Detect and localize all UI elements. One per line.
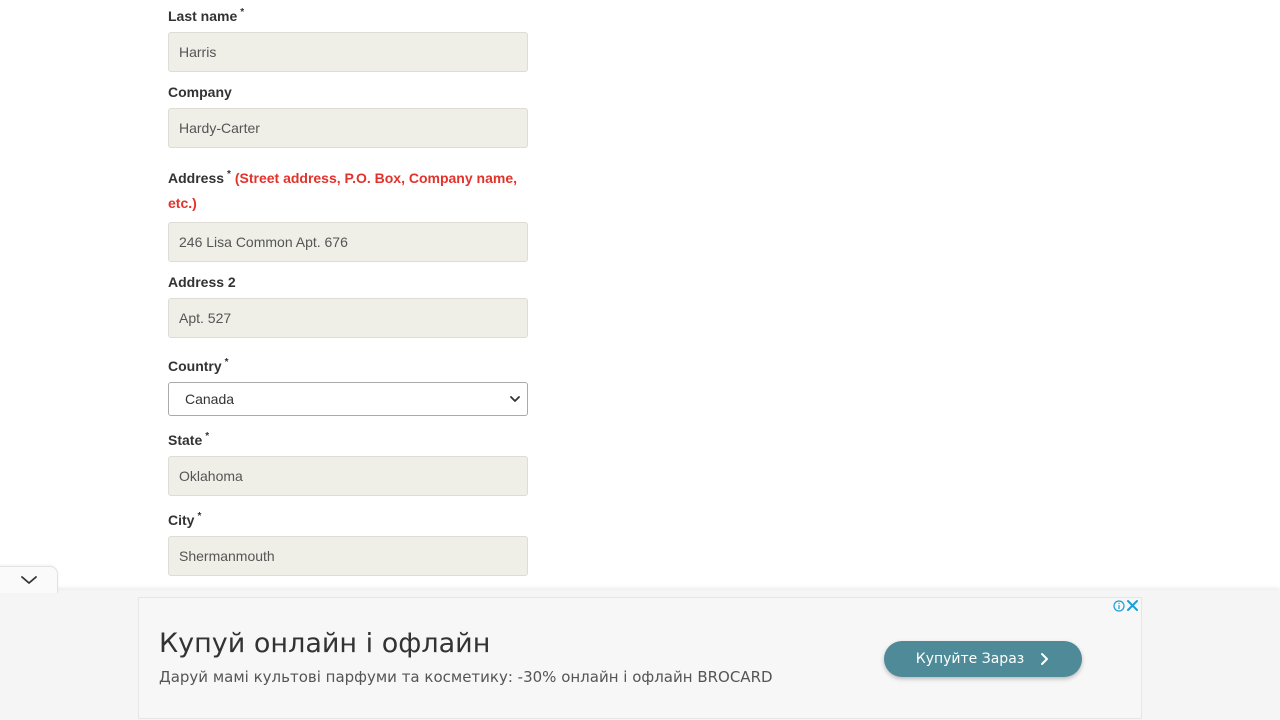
company-group: Company: [168, 80, 528, 148]
country-group: Country * Canada: [168, 350, 528, 416]
required-mark: *: [205, 431, 210, 442]
ad-banner[interactable]: Купуй онлайн і офлайн Даруй мамі культов…: [138, 597, 1142, 719]
address-group: Address * (Street address, P.O. Box, Comp…: [168, 162, 528, 262]
chevron-right-icon: [1041, 653, 1049, 665]
address2-input[interactable]: [168, 298, 528, 338]
state-input[interactable]: [168, 456, 528, 496]
ad-collapse-toggle[interactable]: [0, 566, 58, 593]
address2-label: Address 2: [168, 274, 236, 290]
required-mark: *: [224, 357, 229, 368]
address-input[interactable]: [168, 222, 528, 262]
state-label: State *: [168, 431, 210, 448]
ad-cta-button[interactable]: Купуйте Зараз: [884, 641, 1082, 677]
last-name-input[interactable]: [168, 32, 528, 72]
city-label: City *: [168, 511, 202, 528]
info-icon[interactable]: [1113, 600, 1125, 612]
required-mark: *: [240, 7, 245, 18]
required-mark: *: [227, 169, 231, 180]
ad-body-text[interactable]: Даруй мамі культові парфуми та косметику…: [159, 668, 773, 686]
ad-cta-label: Купуйте Зараз: [915, 651, 1025, 667]
state-group: State *: [168, 424, 528, 496]
ad-headline[interactable]: Купуй онлайн і офлайн: [159, 628, 490, 659]
address2-group: Address 2: [168, 270, 528, 338]
last-name-group: Last name *: [168, 0, 528, 72]
close-icon[interactable]: [1126, 599, 1139, 612]
address-label: Address * (Street address, P.O. Box, Comp…: [168, 169, 517, 211]
city-input[interactable]: [168, 536, 528, 576]
chevron-down-icon: [510, 396, 520, 402]
country-label: Country *: [168, 357, 229, 374]
last-name-label: Last name *: [168, 7, 245, 24]
country-selected-value: Canada: [185, 391, 235, 407]
company-label: Company: [168, 84, 232, 100]
country-select[interactable]: Canada: [168, 382, 528, 416]
city-group: City *: [168, 504, 528, 576]
company-input[interactable]: [168, 108, 528, 148]
chevron-down-icon: [20, 576, 37, 584]
required-mark: *: [197, 511, 202, 522]
